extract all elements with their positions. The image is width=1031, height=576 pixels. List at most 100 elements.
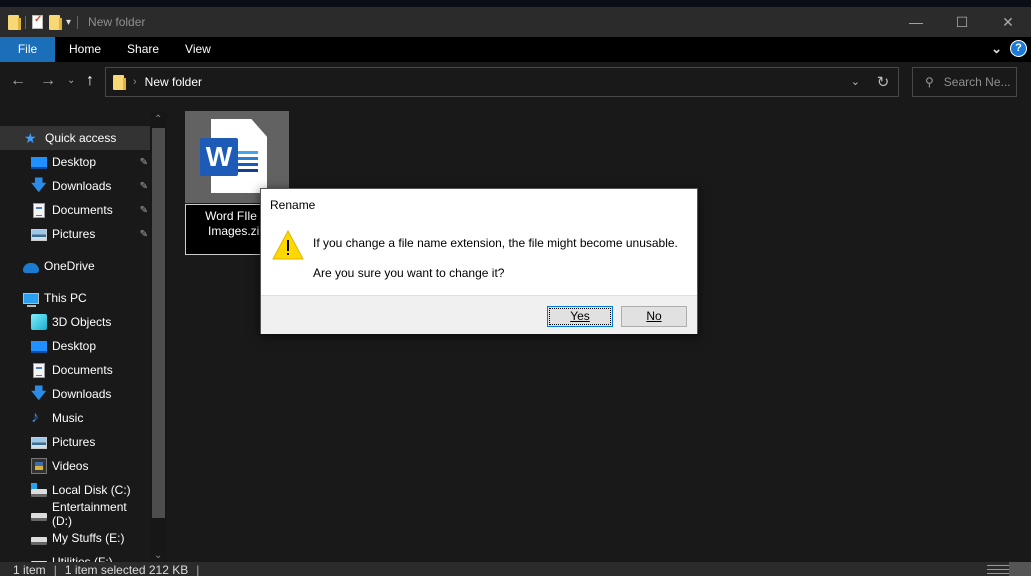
folder-icon [113, 74, 126, 90]
scroll-up-icon[interactable]: ⌃ [154, 114, 162, 125]
breadcrumb-new-folder[interactable]: New folder [145, 75, 202, 89]
yes-button[interactable]: Yes [547, 306, 613, 327]
tab-view[interactable]: View [172, 37, 224, 62]
sidebar-item-label: My Stuffs (E:) [52, 531, 125, 545]
pin-icon[interactable]: ✎ [140, 229, 148, 240]
sidebar-item-my-stuffs-e[interactable]: My Stuffs (E:) [0, 526, 150, 550]
word-logo-icon: W [200, 138, 238, 176]
file-explorer-window: ▾ New folder — ☐ ✕ File Home Share View … [0, 7, 1031, 576]
up-button[interactable]: ↑ [86, 72, 94, 90]
tab-share[interactable]: Share [114, 37, 172, 62]
ribbon-tabs: File Home Share View ⌄ ? [0, 37, 1031, 62]
window-title: New folder [88, 15, 146, 29]
folder-icon[interactable] [8, 14, 21, 30]
refresh-button[interactable]: ↻ [868, 68, 898, 96]
sidebar-item-desktop[interactable]: Desktop ✎ [0, 150, 150, 174]
sidebar-item-downloads[interactable]: 🡇 Downloads ✎ [0, 174, 150, 198]
dialog-footer: Yes No [261, 295, 697, 334]
sidebar-item-documents[interactable]: Documents ✎ [0, 198, 150, 222]
sidebar-item-this-pc[interactable]: This PC [0, 286, 150, 310]
dialog-message: If you change a file name extension, the… [313, 236, 678, 250]
no-button[interactable]: No [621, 306, 687, 327]
navigation-pane: ★ Quick access Desktop ✎ 🡇 Downloads ✎ D… [0, 112, 150, 562]
title-bar: ▾ New folder — ☐ ✕ [0, 7, 1031, 37]
sidebar-item-label: Downloads [52, 179, 112, 193]
quick-access-toolbar: ▾ New folder [0, 7, 145, 37]
star-icon: ★ [24, 130, 37, 146]
pictures-icon [31, 229, 47, 241]
sidebar-item-onedrive[interactable]: OneDrive [0, 254, 150, 278]
properties-icon[interactable] [32, 14, 43, 29]
sidebar-item-desktop-pc[interactable]: Desktop [0, 334, 150, 358]
expand-ribbon-icon[interactable]: ⌄ [991, 41, 1002, 57]
sidebar-item-pictures[interactable]: Pictures ✎ [0, 222, 150, 246]
search-icon: ⚲ [925, 75, 934, 89]
back-button[interactable]: ← [10, 72, 26, 90]
pin-icon[interactable]: ✎ [140, 181, 148, 192]
sidebar-item-label: Documents [52, 203, 113, 217]
local-disk-icon [31, 483, 47, 497]
sidebar-item-label: Documents [52, 363, 113, 377]
sidebar-item-quick-access[interactable]: ★ Quick access [0, 126, 150, 150]
recent-locations-dropdown[interactable]: ⌄ [67, 75, 75, 86]
sidebar-item-videos[interactable]: Videos [0, 454, 150, 478]
tab-home[interactable]: Home [55, 37, 114, 62]
item-count: 1 item [13, 563, 46, 576]
dialog-question: Are you sure you want to change it? [313, 266, 505, 280]
separator: | [196, 563, 200, 576]
sidebar-item-label: Videos [52, 459, 89, 473]
sidebar-item-local-disk-c[interactable]: Local Disk (C:) [0, 478, 150, 502]
sidebar-item-label: 3D Objects [52, 315, 112, 329]
videos-icon [31, 458, 47, 474]
onedrive-icon [23, 263, 39, 273]
large-icons-view-button[interactable] [1009, 562, 1031, 576]
sidebar-item-music[interactable]: ♪ Music [0, 406, 150, 430]
sidebar-item-3d-objects[interactable]: 3D Objects [0, 310, 150, 334]
details-view-button[interactable] [987, 562, 1009, 576]
customize-toolbar-dropdown[interactable]: ▾ [66, 17, 71, 28]
search-box[interactable]: ⚲ Search Ne... [912, 67, 1017, 97]
sidebar-item-utilities-f[interactable]: Utilities (F:) [0, 550, 150, 562]
separator: | [53, 563, 57, 576]
forward-button[interactable]: → [40, 72, 56, 90]
warning-icon [272, 230, 304, 260]
sidebar-item-label: Music [52, 411, 84, 425]
sidebar-item-label: Desktop [52, 339, 97, 353]
sidebar-item-label: Pictures [52, 227, 96, 241]
navigation-bar: ← → ⌄ ↑ › New folder ⌄ ↻ ⚲ Search Ne... [0, 62, 1031, 102]
close-button[interactable]: ✕ [985, 7, 1031, 37]
new-folder-icon[interactable] [49, 14, 62, 30]
sidebar-item-downloads-pc[interactable]: 🡇 Downloads [0, 382, 150, 406]
selection-info: 1 item selected 212 KB [64, 563, 189, 576]
address-history-dropdown[interactable]: ⌄ [851, 75, 860, 88]
sidebar-item-label: Pictures [52, 435, 96, 449]
music-icon: ♪ [31, 409, 39, 426]
sidebar-item-documents-pc[interactable]: Documents [0, 358, 150, 382]
help-icon[interactable]: ? [1010, 40, 1027, 57]
downloads-icon: 🡇 [31, 177, 47, 194]
scroll-down-icon[interactable]: ⌄ [154, 550, 162, 561]
navigation-pane-scrollbar[interactable]: ⌃ ⌄ [151, 112, 167, 567]
sidebar-item-label: Entertainment (D:) [52, 500, 127, 528]
pin-icon[interactable]: ✎ [140, 205, 148, 216]
sidebar-item-label: Utilities (F:) [52, 555, 113, 562]
separator [77, 15, 79, 29]
scrollbar-thumb[interactable] [152, 128, 165, 518]
documents-icon [33, 362, 45, 378]
maximize-button[interactable]: ☐ [939, 7, 985, 37]
search-placeholder: Search Ne... [943, 75, 1011, 89]
no-label: No [646, 309, 662, 323]
address-bar[interactable]: › New folder ⌄ ↻ [105, 67, 899, 97]
tab-file[interactable]: File [0, 37, 55, 62]
sidebar-item-pictures-pc[interactable]: Pictures [0, 430, 150, 454]
breadcrumb-separator[interactable]: › [133, 76, 137, 88]
sidebar-item-label: Downloads [52, 387, 112, 401]
sidebar-item-entertainment-d[interactable]: Entertainment (D:) [0, 500, 150, 528]
downloads-icon: 🡇 [31, 385, 47, 402]
sidebar-item-label: OneDrive [44, 259, 95, 273]
3d-objects-icon [31, 314, 47, 330]
pin-icon[interactable]: ✎ [140, 157, 148, 168]
pictures-icon [31, 437, 47, 449]
minimize-button[interactable]: — [893, 7, 939, 37]
separator [25, 15, 26, 29]
